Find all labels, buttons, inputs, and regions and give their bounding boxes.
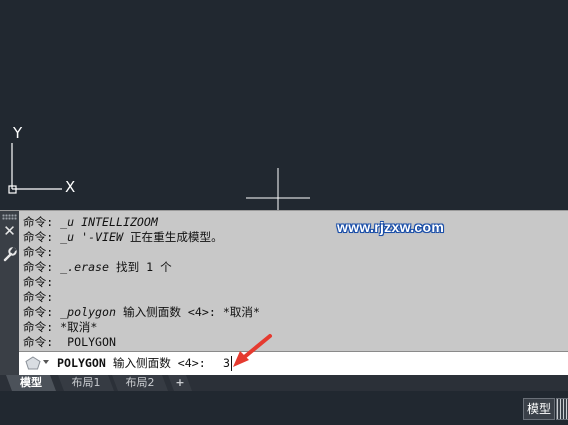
history-command: _u '-VIEW [60,230,123,244]
grip-icon[interactable] [2,214,17,220]
layout-tab-bar: 模型 布局1 布局2 + [0,375,568,391]
history-prefix: 命令: [23,335,68,349]
history-line: 命令: POLYGON [23,335,563,350]
history-prefix: 命令: [23,275,54,289]
tab-label: 布局2 [125,376,155,389]
model-space-button[interactable]: 模型 [523,398,555,420]
history-prefix: 命令: [23,290,54,304]
tab-label: 模型 [20,376,42,389]
history-line: 命令: _polygon 输入侧面数 <4>: *取消* [23,305,563,320]
command-window: ✕ 命令: _u INTELLIZOOM 命令: _u '-VIEW 正在重生成模… [0,210,568,376]
tab-layout2[interactable]: 布局2 [112,375,168,391]
history-prefix: 命令: [23,260,61,274]
history-line: 命令: [23,290,563,305]
command-prompt[interactable]: POLYGON 输入侧面数 <4>: 3 [19,351,568,375]
wrench-icon[interactable] [1,246,18,263]
tab-label: 布局1 [71,376,101,389]
grid-icon[interactable] [556,398,568,420]
command-input[interactable]: 3 [223,356,230,371]
history-prefix: 命令: [23,230,61,244]
history-line: 命令: _u INTELLIZOOM [23,215,563,230]
text-cursor [231,356,232,371]
ucs-icon: Y X [8,124,75,196]
history-prefix: 命令: [23,245,54,259]
status-bar: 模型 [0,391,568,425]
history-command: _u INTELLIZOOM [60,215,158,229]
history-message: 输入侧面数 <4>: *取消* [116,305,260,319]
tab-model[interactable]: 模型 [6,375,56,391]
ucs-y-label: Y [12,124,23,142]
tab-layout1[interactable]: 布局1 [58,375,114,391]
history-line: 命令: _.erase 找到 1 个 [23,260,563,275]
history-prefix: 命令: [23,305,61,319]
close-icon[interactable]: ✕ [1,223,18,240]
history-prefix: 命令: [23,320,61,334]
history-line: 命令: _u '-VIEW 正在重生成模型。 [23,230,563,245]
history-message: 正在重生成模型。 [122,230,223,244]
history-line: 命令: *取消* [23,320,563,335]
prompt-message: 输入侧面数 <4>: [105,356,213,370]
tab-add[interactable]: + [168,375,192,391]
history-line: 命令: [23,275,563,290]
watermark: www.rjzxw.com [337,219,445,235]
history-command: _.erase [60,260,110,274]
chevron-down-icon[interactable] [43,360,49,364]
command-window-handle[interactable]: ✕ [0,211,19,376]
history-command: _polygon [60,305,116,319]
prompt-command: POLYGON [57,356,106,370]
history-line: 命令: [23,245,563,260]
history-message: *取消* [60,320,98,334]
ucs-x-label: X [65,178,75,196]
history-prefix: 命令: [23,215,61,229]
add-icon: + [175,376,185,389]
history-message: 找到 1 个 [109,260,172,274]
command-history: 命令: _u INTELLIZOOM 命令: _u '-VIEW 正在重生成模型。… [23,215,563,350]
prompt-text: POLYGON 输入侧面数 <4>: [57,356,213,371]
history-message: POLYGON [67,335,117,349]
polygon-icon[interactable] [25,356,41,370]
drawing-canvas[interactable]: Y X [0,0,568,210]
